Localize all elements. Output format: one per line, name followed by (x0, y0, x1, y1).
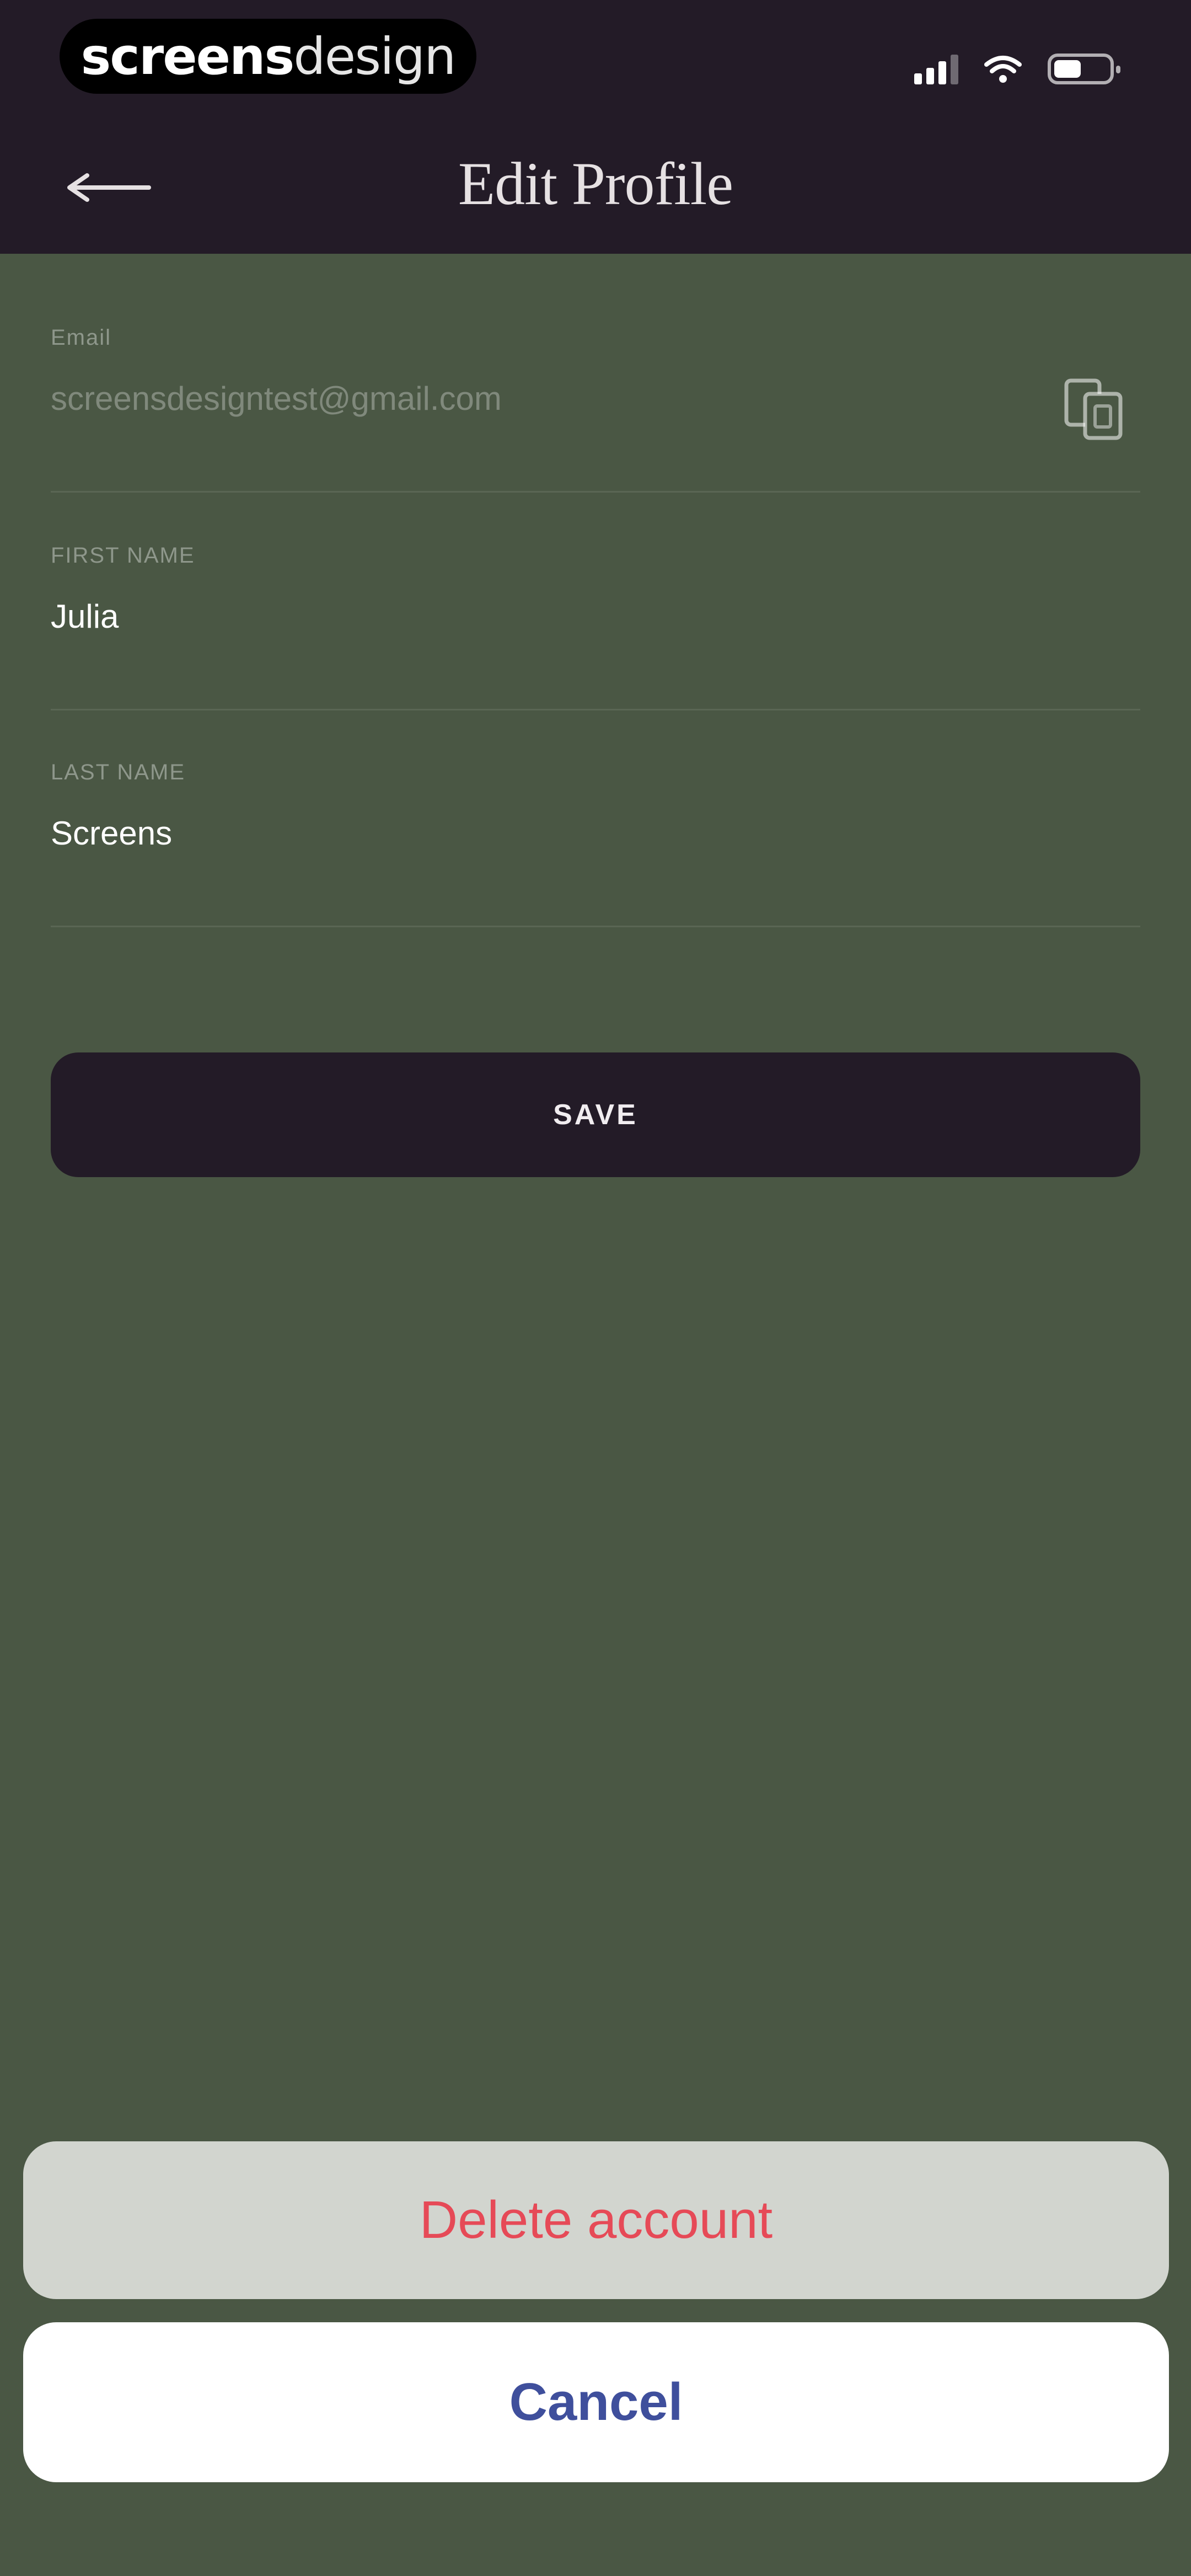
cancel-button[interactable]: Cancel (23, 2322, 1169, 2482)
battery-icon (1048, 54, 1120, 84)
last-name-label: LAST NAME (51, 760, 185, 784)
nav-bar: Edit Profile (0, 121, 1191, 254)
cellular-signal-icon (914, 54, 958, 84)
first-name-field-group: FIRST NAME (51, 543, 1140, 710)
brand-text-left: screens (81, 26, 295, 86)
first-name-field[interactable] (51, 597, 988, 635)
brand-text-right: design (293, 26, 456, 86)
header: screensdesign Edit Profile (0, 0, 1191, 254)
delete-account-button[interactable]: Delete account (23, 2141, 1169, 2299)
last-name-field-group: LAST NAME (51, 760, 1140, 927)
page-title: Edit Profile (458, 150, 733, 217)
wifi-icon (984, 56, 1022, 83)
back-button[interactable] (55, 154, 176, 221)
status-icons (914, 50, 1120, 88)
save-button[interactable]: SAVE (51, 1052, 1140, 1177)
email-field[interactable] (51, 380, 988, 418)
last-name-field[interactable] (51, 814, 988, 852)
battery-cap (1116, 66, 1120, 73)
email-label: Email (51, 325, 112, 350)
battery-level (1054, 60, 1081, 78)
copy-icon (1064, 378, 1123, 440)
status-bar: screensdesign (0, 0, 1191, 121)
first-name-label: FIRST NAME (51, 543, 195, 568)
edit-profile-screen: screensdesign Edit Profile Email screens… (0, 0, 1191, 2576)
brand-text: screensdesign (81, 26, 457, 86)
arrow-left-icon (67, 173, 151, 202)
brand-watermark: screensdesign (60, 19, 476, 94)
email-field-group: Email (51, 325, 1140, 493)
copy-email-button[interactable] (1055, 370, 1133, 447)
